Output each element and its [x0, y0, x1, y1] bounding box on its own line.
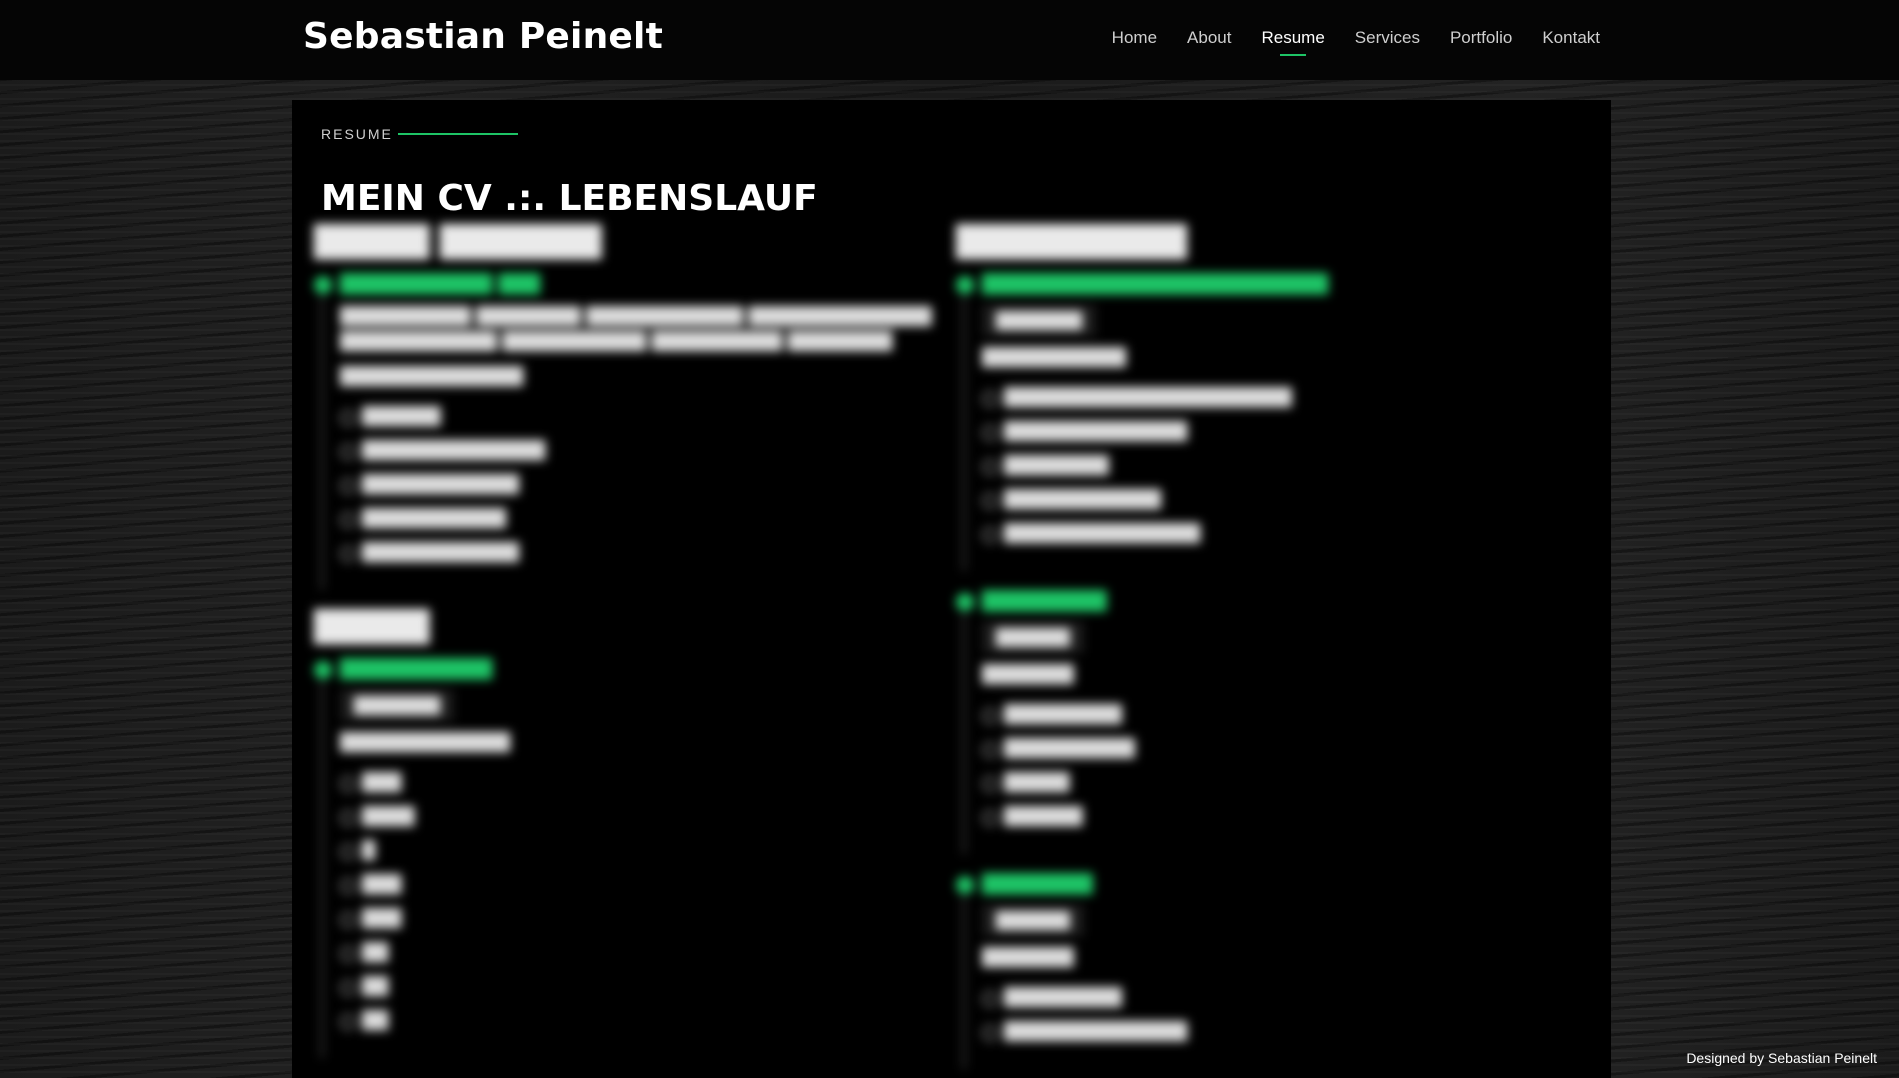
- list-item: ███: [340, 902, 934, 936]
- blurred-entry-title: █████████████████████████: [982, 274, 1329, 295]
- blurred-list: █████████ ██████████████: [982, 981, 1576, 1049]
- resume-entry: ████████ ██████ ███████ █████████ ██████…: [956, 874, 1576, 1069]
- list-item: ████: [340, 800, 934, 834]
- section-title: MEIN CV .:. LEBENSLAUF: [321, 177, 818, 219]
- section-label: RESUME: [321, 126, 393, 142]
- list-item: ██: [340, 936, 934, 970]
- list-item: █████: [982, 766, 1576, 800]
- nav-item-resume[interactable]: Resume: [1261, 28, 1325, 56]
- list-item: ███: [340, 868, 934, 902]
- blurred-heading: █████: [314, 610, 430, 645]
- blurred-paragraph: ██████████████: [340, 367, 524, 387]
- list-item: █████████: [982, 698, 1576, 732]
- resume-panel: RESUME MEIN CV .:. LEBENSLAUF █████ ████…: [292, 100, 1611, 1078]
- blurred-list: ██████████████████████ ██████████████ ██…: [982, 381, 1576, 551]
- blurred-paragraph: ███████: [982, 665, 1074, 685]
- list-item: ███: [340, 766, 934, 800]
- blurred-date-badge: ██████: [982, 905, 1084, 936]
- blurred-paragraph: ███████████: [982, 348, 1126, 368]
- timeline-dot-icon: [314, 661, 332, 679]
- resume-right-column: ██████████ █████████████████████████ ███…: [956, 225, 1576, 1078]
- list-item: ██████████████: [982, 1015, 1576, 1049]
- list-item: ███████████: [340, 502, 934, 536]
- list-item: ██████████████████████: [982, 381, 1576, 415]
- blurred-list: ███ ████ █ ███ ███ ██ ██ ██: [340, 766, 934, 1038]
- timeline-dot-icon: [956, 276, 974, 294]
- list-item: ██████████: [982, 732, 1576, 766]
- blurred-heading: ██████████: [956, 225, 1187, 260]
- blurred-entry-title: ███████████ ███: [340, 274, 541, 295]
- blurred-list: ██████ ██████████████ ████████████ █████…: [340, 400, 934, 570]
- resume-entry: █████████████████████████ ███████ ██████…: [956, 274, 1576, 571]
- timeline-rail: [962, 884, 966, 1069]
- blurred-date-badge: ███████: [982, 305, 1097, 336]
- footer-credit: Designed by Sebastian Peinelt: [1686, 1050, 1877, 1066]
- list-item: █████████: [982, 981, 1576, 1015]
- blurred-entry-title: ███████████: [340, 659, 493, 680]
- resume-entry: █████████ ██████ ███████ █████████ █████…: [956, 591, 1576, 854]
- blurred-paragraph: █████████████: [340, 733, 510, 753]
- resume-left-column: █████ ███████ ███████████ ███ ██████████…: [314, 225, 934, 1078]
- list-item: ███████████████: [982, 517, 1576, 551]
- timeline-rail: [962, 601, 966, 854]
- list-item: ████████████: [340, 468, 934, 502]
- blurred-list: █████████ ██████████ █████ ██████: [982, 698, 1576, 834]
- blurred-entry-title: ████████: [982, 874, 1093, 895]
- section-label-underline: [398, 133, 518, 135]
- list-item: ██: [340, 970, 934, 1004]
- list-item: ██████: [982, 800, 1576, 834]
- blurred-entry-title: █████████: [982, 591, 1107, 612]
- site-header: Sebastian Peinelt Home About Resume Serv…: [0, 0, 1899, 80]
- main-nav: Home About Resume Services Portfolio Kon…: [1112, 28, 1600, 56]
- timeline-rail: [320, 284, 324, 590]
- list-item: █: [340, 834, 934, 868]
- list-item: ████████████: [340, 536, 934, 570]
- nav-item-services[interactable]: Services: [1355, 28, 1420, 54]
- timeline-dot-icon: [956, 593, 974, 611]
- list-item: ██████████████: [982, 415, 1576, 449]
- blurred-date-badge: ███████: [340, 690, 455, 721]
- nav-item-kontakt[interactable]: Kontakt: [1542, 28, 1600, 54]
- list-item: ██: [340, 1004, 934, 1038]
- timeline-dot-icon: [956, 876, 974, 894]
- list-item: ████████████: [982, 483, 1576, 517]
- blurred-paragraph: ███████: [982, 948, 1074, 968]
- nav-item-about[interactable]: About: [1187, 28, 1231, 54]
- resume-entry: ███████████ ███████ █████████████ ███ ██…: [314, 659, 934, 1058]
- blurred-paragraph: ██████████ ████████ ████████████ ███████…: [340, 307, 932, 352]
- resume-entry: ███████████ ███ ██████████ ████████ ████…: [314, 274, 934, 590]
- list-item: ██████████████: [340, 434, 934, 468]
- nav-item-home[interactable]: Home: [1112, 28, 1157, 54]
- blurred-heading: █████ ███████: [314, 225, 602, 260]
- list-item: ██████: [340, 400, 934, 434]
- list-item: ████████: [982, 449, 1576, 483]
- nav-item-portfolio[interactable]: Portfolio: [1450, 28, 1512, 54]
- timeline-dot-icon: [314, 276, 332, 294]
- timeline-rail: [962, 284, 966, 571]
- blurred-date-badge: ██████: [982, 622, 1084, 653]
- site-logo[interactable]: Sebastian Peinelt: [303, 16, 663, 57]
- timeline-rail: [320, 669, 324, 1058]
